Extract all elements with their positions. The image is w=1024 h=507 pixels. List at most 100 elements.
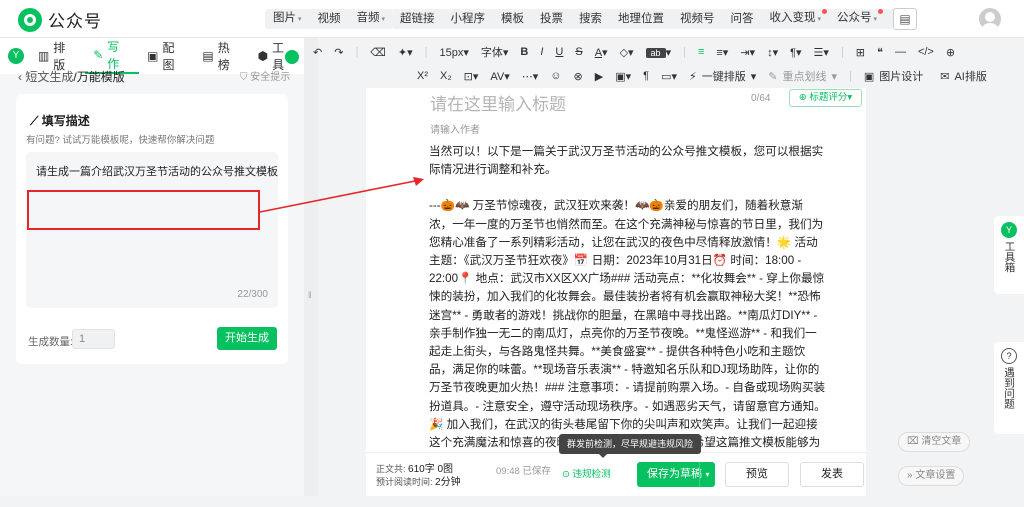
nav-image[interactable]: 图片 [265, 8, 310, 30]
nav-official-account[interactable]: 公众号 [829, 8, 885, 30]
format-painter-icon[interactable]: ✦▾ [393, 46, 418, 59]
nav-monetize[interactable]: 收入变现 [762, 8, 830, 30]
toolbox-label: 工具箱 [1003, 241, 1016, 273]
divider: | [840, 46, 844, 58]
avatar[interactable] [979, 8, 1001, 30]
nav-mini-program[interactable]: 小程序 [443, 9, 494, 29]
undo-icon[interactable]: ↶ [308, 46, 327, 59]
logo[interactable]: 公众号 [18, 7, 102, 32]
draft-box-icon[interactable]: ▤ [893, 8, 917, 30]
nav-channels[interactable]: 视频号 [672, 9, 723, 29]
title-score-label: 标题评分 [809, 92, 848, 103]
one-click-layout-button[interactable]: ⚡ 一键排版 ▾ [684, 68, 761, 84]
ai-layout-button[interactable]: ✉ AI排版 [935, 68, 997, 84]
prompt-textarea[interactable]: 请生成一篇介绍武汉万圣节活动的公众号推文模板 22/300 [26, 152, 278, 308]
gen-count-input[interactable]: 1 [72, 329, 115, 349]
article-settings-button[interactable]: » 文章设置 [898, 466, 965, 486]
annotation-highlight-box [27, 190, 260, 230]
divider-line-icon[interactable]: — [890, 46, 911, 58]
chevron-down-icon[interactable]: ▾ [699, 462, 715, 487]
emoji-icon[interactable]: ☺ [545, 70, 566, 82]
font-size-select[interactable]: 15px▾ [434, 46, 473, 59]
indent-icon[interactable]: ⇥▾ [735, 46, 760, 59]
redo-icon[interactable]: ↷ [329, 46, 348, 59]
title-input[interactable]: 请在这里输入标题 [430, 90, 566, 115]
wechat-logo-icon [18, 7, 42, 32]
list-icon[interactable]: ☰▾ [809, 46, 834, 59]
font-color-icon[interactable]: A▾ [590, 46, 613, 59]
nav-hyperlink[interactable]: 超链接 [392, 9, 443, 29]
paragraph-spacing-icon[interactable]: ¶▾ [785, 46, 806, 59]
assistant-logo-icon: Y [8, 48, 24, 64]
toolbar-row-1: ↶ ↷ | ⌫ ✦▾ | 15px▾ 字体▾ B I U S A▾ ◇▾ ab ▾… [308, 44, 960, 60]
italic-icon[interactable]: I [535, 46, 548, 58]
card-subtitle: 有问题? 试试万能模板呢，快速帮你解决问题 [26, 135, 215, 146]
align-left-icon[interactable]: ≡ [693, 46, 709, 58]
highlight-icon[interactable]: ◇▾ [615, 46, 639, 59]
compliance-tooltip: 群发前检测，尽早规避违规风险 [559, 434, 701, 458]
author-input[interactable]: 请输入作者 [430, 121, 480, 136]
nav-vote[interactable]: 投票 [532, 9, 571, 29]
style-icon[interactable]: ▭▾ [656, 70, 682, 83]
superscript-icon[interactable]: X² [412, 70, 433, 82]
strikethrough-icon[interactable]: S [570, 46, 587, 58]
save-draft-button[interactable]: 保存为草稿 ▾ [637, 462, 715, 487]
divider: | [683, 46, 686, 58]
title-count: 0/64 [751, 93, 771, 104]
ai-layout-label: AI排版 [954, 71, 987, 83]
help-side-button[interactable]: ? 遇到问题 [994, 342, 1024, 434]
compliance-check-button[interactable]: ⊙ 违规检测 [562, 466, 611, 480]
safety-tip[interactable]: ⛉ 安全提示 [240, 68, 290, 83]
word-count-label: 正文共: [376, 464, 406, 474]
divider: | [355, 46, 359, 58]
image-tool-icon[interactable]: ▣▾ [610, 70, 636, 83]
dotted-icon[interactable]: ⋯▾ [517, 70, 544, 83]
font-family-select[interactable]: 字体▾ [476, 44, 514, 60]
key-underline-label: 重点划线 [782, 71, 827, 83]
prompt-value: 请生成一篇介绍武汉万圣节活动的公众号推文模板 [36, 166, 278, 178]
publish-button[interactable]: 发表 [800, 462, 864, 487]
link-icon[interactable]: ⊗ [569, 70, 588, 83]
tab-images[interactable]: ▣ 配图 [139, 38, 194, 74]
start-generate-button[interactable]: 开始生成 [217, 327, 277, 350]
nav-audio[interactable]: 音频 [349, 8, 394, 30]
nav-search[interactable]: 搜索 [571, 9, 610, 29]
quote-icon[interactable]: ❝ [872, 46, 888, 59]
char-count: 22/300 [237, 289, 268, 300]
tab-hot-label: 热榜 [217, 41, 230, 72]
nav-video[interactable]: 视频 [310, 9, 349, 29]
video-icon[interactable]: ▶ [590, 70, 608, 83]
paragraph-icon[interactable]: ¶ [638, 70, 654, 82]
one-click-layout-label: 一键排版 [701, 71, 746, 83]
preview-button[interactable]: 预览 [725, 462, 789, 487]
title-score-button[interactable]: ⊕ 标题评分▾ [789, 89, 862, 107]
table-icon[interactable]: ⊞ [851, 46, 870, 59]
breadcrumb[interactable]: ‹ 短文生成/万能模版 [18, 68, 125, 85]
nav-qa[interactable]: 问答 [723, 9, 762, 29]
border-icon[interactable]: ⊡▾ [459, 70, 484, 83]
embed-icon[interactable]: ⊕ [941, 46, 960, 59]
clear-format-icon[interactable]: ⌫ [365, 46, 391, 59]
image-design-button[interactable]: ▣ 图片设计 [859, 68, 933, 84]
panel-toggle[interactable] [285, 50, 299, 64]
bold-icon[interactable]: B [515, 46, 533, 58]
arrow-line [259, 179, 421, 213]
tab-writing-label: 写作 [107, 40, 120, 71]
code-icon[interactable]: </> [913, 46, 939, 58]
panel-splitter[interactable]: ‖ [304, 38, 318, 496]
breadcrumb-parent[interactable]: 短文生成 [25, 70, 73, 84]
assistant-logo-icon: Y [1001, 222, 1017, 238]
align-center-icon[interactable]: ≡▾ [711, 46, 733, 59]
underline-icon[interactable]: U [550, 46, 568, 58]
line-height-icon[interactable]: ↕▾ [762, 46, 783, 59]
nav-location[interactable]: 地理位置 [610, 9, 672, 29]
clear-article-button[interactable]: ⌧ 清空文章 [898, 432, 971, 452]
toolbox-icon: ⬢ [257, 49, 269, 63]
key-underline-button[interactable]: ✎ 重点划线 ▾ [763, 68, 842, 84]
text-background-icon[interactable]: ab ▾ [641, 46, 677, 59]
toolbox-side-button[interactable]: Y 工具箱 [994, 216, 1024, 294]
letter-spacing-icon[interactable]: AV▾ [485, 70, 514, 83]
nav-template[interactable]: 模板 [493, 9, 532, 29]
subscript-icon[interactable]: X₂ [435, 70, 457, 82]
top-bar: 公众号 图片 视频 音频 超链接 小程序 模板 投票 搜索 地理位置 视频号 问… [0, 0, 1024, 38]
